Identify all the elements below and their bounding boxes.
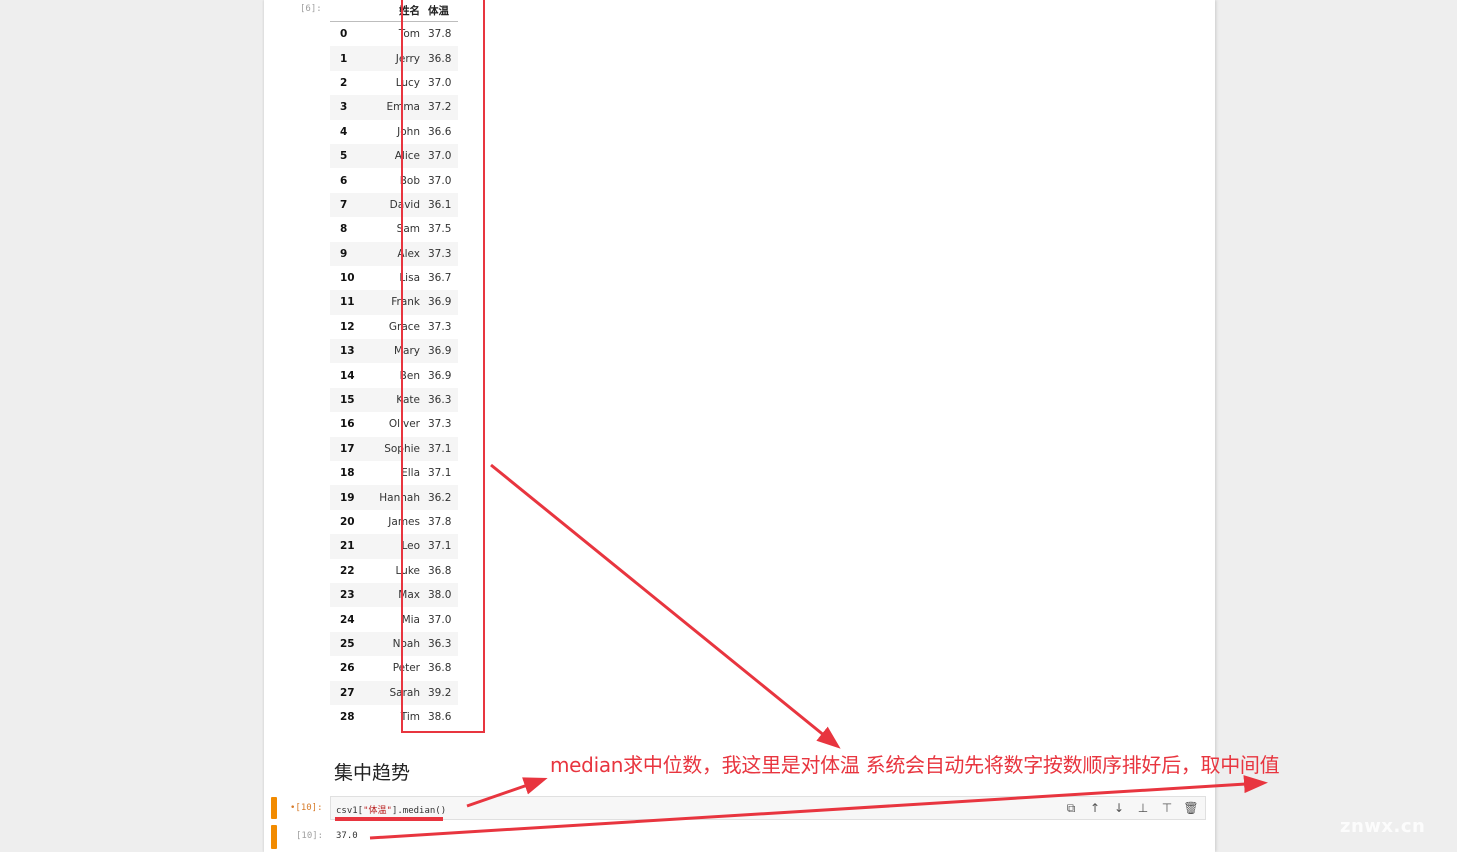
code-string: "体温" xyxy=(363,806,392,816)
insert-above-icon[interactable]: ⊥ xyxy=(1135,800,1151,816)
row-index: 25 xyxy=(340,637,355,650)
row-index: 20 xyxy=(340,516,355,528)
row-index: 23 xyxy=(340,589,355,602)
insert-below-icon[interactable]: ⊤ xyxy=(1159,800,1175,816)
row-index: 28 xyxy=(340,711,355,724)
row-index: 12 xyxy=(340,320,355,333)
row-index: 10 xyxy=(340,272,355,285)
row-index: 17 xyxy=(340,442,355,455)
code-underline-annotation xyxy=(335,817,443,821)
row-index: 7 xyxy=(340,198,348,211)
row-index: 0 xyxy=(340,28,348,41)
row-index: 18 xyxy=(340,467,355,480)
code-method: ].median() xyxy=(391,806,447,816)
result-value: 37.0 xyxy=(336,831,358,841)
row-index: 1 xyxy=(340,52,348,65)
row-index: 26 xyxy=(340,662,355,675)
watermark: znwx.cn xyxy=(1340,816,1426,837)
row-index: 8 xyxy=(340,223,348,236)
row-index: 22 xyxy=(340,564,355,577)
row-index: 9 xyxy=(340,247,348,260)
move-down-icon[interactable]: ↓ xyxy=(1111,800,1127,816)
code-variable: csv1[ xyxy=(336,806,364,816)
temperature-column-highlight xyxy=(401,0,485,733)
row-index: 27 xyxy=(340,686,355,699)
row-index: 2 xyxy=(340,76,348,89)
code-cell-prompt: •[10]: xyxy=(290,803,323,813)
row-index: 16 xyxy=(340,418,355,431)
code-cell-active-bar[interactable] xyxy=(271,797,277,819)
code-text[interactable]: csv1["体温"].median() xyxy=(336,803,446,816)
row-index: 5 xyxy=(340,150,348,163)
delete-icon[interactable]: 🗑 xyxy=(1183,800,1199,816)
row-index: 14 xyxy=(340,369,355,382)
row-index: 15 xyxy=(340,394,355,407)
output-prompt: [6]: xyxy=(300,4,322,14)
row-index: 19 xyxy=(340,491,355,504)
index-header xyxy=(330,0,364,22)
row-index: 6 xyxy=(340,174,348,187)
row-index: 11 xyxy=(340,296,355,309)
result-prompt: [10]: xyxy=(296,831,324,841)
move-up-icon[interactable]: ↑ xyxy=(1087,800,1103,816)
annotation-text: median求中位数，我这里是对体温 系统会自动先将数字按数顺序排好后，取中间值 xyxy=(550,753,1280,777)
code-editor[interactable]: csv1["体温"].median() ⧉ ↑ ↓ ⊥ ⊤ 🗑 xyxy=(330,796,1206,820)
row-index: 21 xyxy=(340,540,355,553)
output-cell-active-bar[interactable] xyxy=(271,825,277,849)
section-heading: 集中趋势 xyxy=(334,762,411,784)
row-index: 3 xyxy=(340,101,348,114)
cell-toolbar: ⧉ ↑ ↓ ⊥ ⊤ 🗑 xyxy=(1063,800,1199,816)
row-index: 24 xyxy=(340,613,355,626)
duplicate-icon[interactable]: ⧉ xyxy=(1063,800,1079,816)
row-index: 13 xyxy=(340,345,355,358)
row-index: 4 xyxy=(340,125,348,138)
